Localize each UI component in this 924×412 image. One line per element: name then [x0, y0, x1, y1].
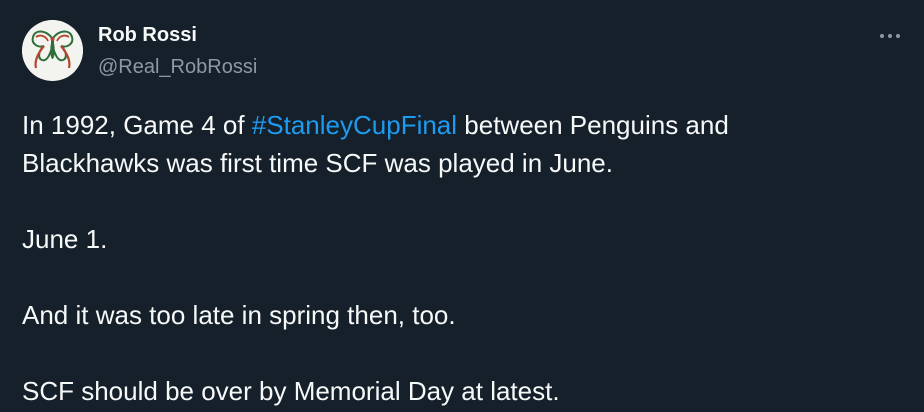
author-name[interactable]: Rob Rossi: [98, 22, 197, 48]
more-options-icon: [880, 34, 884, 38]
tweet-line: June 1.: [22, 224, 108, 254]
butterfly-logo-icon: [22, 20, 83, 81]
hashtag-link[interactable]: #StanleyCupFinal: [252, 110, 457, 140]
tweet-text-segment: between Penguins and: [457, 110, 729, 140]
tweet-line: In 1992, Game 4 of #StanleyCupFinal betw…: [22, 106, 902, 144]
more-options-button[interactable]: [870, 22, 910, 50]
tweet-line: SCF should be over by Memorial Day at la…: [22, 376, 560, 406]
more-options-icon-dot: [896, 34, 900, 38]
tweet-line: And it was too late in spring then, too.: [22, 300, 456, 330]
tweet-card: Rob Rossi @Real_RobRossi In 1992, Game 4…: [0, 0, 924, 412]
avatar[interactable]: [22, 20, 83, 81]
tweet-text: In 1992, Game 4 of #StanleyCupFinal betw…: [22, 106, 902, 410]
more-options-icon-dot: [888, 34, 892, 38]
tweet-line: Blackhawks was first time SCF was played…: [22, 148, 613, 178]
tweet-text-segment: In 1992, Game 4 of: [22, 110, 252, 140]
author-handle[interactable]: @Real_RobRossi: [98, 54, 257, 80]
